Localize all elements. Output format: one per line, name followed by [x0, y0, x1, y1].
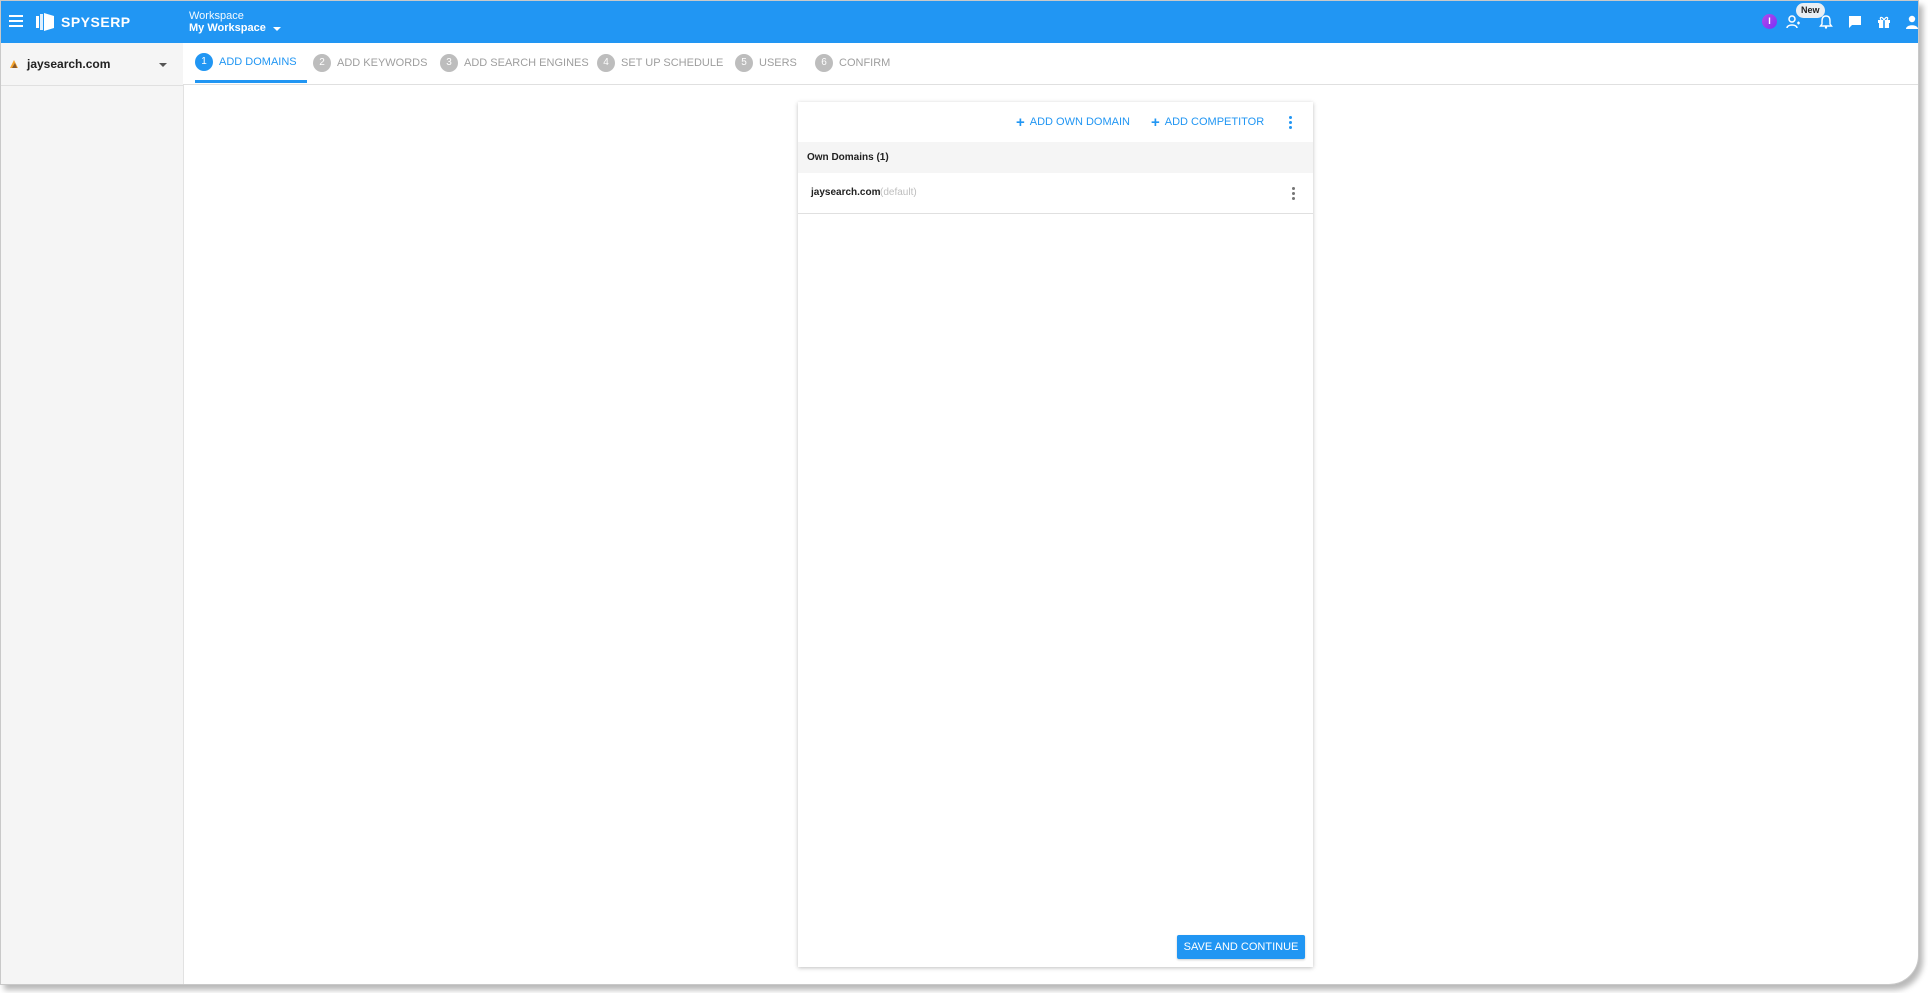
workspace-switcher[interactable]: Workspace My Workspace — [189, 10, 281, 35]
top-actions: I New — [1710, 1, 1918, 43]
step-set-up-schedule[interactable]: 4 SET UP SCHEDULE — [597, 43, 723, 83]
plus-icon: + — [1151, 113, 1160, 131]
brand-name: SPYSERP — [61, 14, 131, 30]
chevron-down-icon — [272, 27, 281, 31]
own-domains-header: Own Domains (1) — [798, 142, 1313, 173]
add-competitor-label: ADD COMPETITOR — [1164, 116, 1265, 128]
workspace-caption: Workspace — [189, 10, 244, 22]
step-number: 6 — [815, 54, 833, 72]
save-and-continue-button[interactable]: SAVE AND CONTINUE — [1177, 935, 1305, 959]
step-number: 4 — [597, 54, 615, 72]
app-window: SPYSERP Workspace My Workspace I New jay… — [0, 0, 1919, 985]
domain-name: jaysearch.com — [811, 187, 881, 198]
step-number: 3 — [440, 54, 458, 72]
step-number: 2 — [313, 54, 331, 72]
sidebar: jaysearch.com — [1, 43, 184, 984]
step-label: ADD DOMAINS — [219, 55, 297, 68]
user-avatar-badge[interactable]: I — [1762, 14, 1777, 29]
section-title: Own Domains (1) — [807, 152, 889, 163]
card-more-options-icon[interactable] — [1289, 116, 1293, 131]
step-number: 5 — [735, 54, 753, 72]
spyserp-logo-icon — [36, 13, 54, 31]
workspace-name: My Workspace — [189, 22, 266, 34]
wizard-steps: 1 ADD DOMAINS 2 ADD KEYWORDS 3 ADD SEARC… — [183, 43, 1918, 85]
domain-row[interactable]: jaysearch.com (default) — [798, 173, 1313, 214]
step-label: SET UP SCHEDULE — [621, 57, 724, 69]
account-icon[interactable] — [1904, 14, 1919, 30]
step-add-search-engines[interactable]: 3 ADD SEARCH ENGINES — [440, 43, 589, 83]
step-confirm[interactable]: 6 CONFIRM — [815, 43, 890, 83]
top-bar: SPYSERP Workspace My Workspace I New — [1, 1, 1918, 43]
workspace-name-select[interactable]: My Workspace — [189, 22, 281, 35]
add-competitor-button[interactable]: + ADD COMPETITOR — [1151, 113, 1265, 131]
site-favicon-icon — [10, 60, 18, 68]
logo[interactable]: SPYSERP — [35, 12, 131, 32]
step-label: CONFIRM — [839, 57, 891, 69]
gift-icon[interactable] — [1876, 14, 1892, 30]
add-own-domain-button[interactable]: + ADD OWN DOMAIN — [1016, 113, 1130, 131]
step-label: ADD KEYWORDS — [337, 57, 428, 69]
chat-icon[interactable] — [1847, 14, 1863, 30]
hamburger-menu-icon[interactable] — [9, 15, 23, 27]
step-label: ADD SEARCH ENGINES — [464, 57, 589, 69]
domain-default-tag: (default) — [880, 187, 917, 198]
step-add-keywords[interactable]: 2 ADD KEYWORDS — [313, 43, 427, 83]
step-number: 1 — [195, 52, 213, 71]
bell-icon[interactable] — [1818, 14, 1834, 30]
step-users[interactable]: 5 USERS — [735, 43, 797, 83]
domains-card: + ADD OWN DOMAIN + ADD COMPETITOR Own Do… — [798, 102, 1313, 967]
project-name: jaysearch.com — [27, 57, 111, 71]
step-add-domains[interactable]: 1 ADD DOMAINS — [195, 43, 307, 83]
add-own-domain-label: ADD OWN DOMAIN — [1029, 116, 1130, 128]
plus-icon: + — [1016, 113, 1025, 131]
project-selector[interactable]: jaysearch.com — [1, 43, 183, 86]
domain-more-options-icon[interactable] — [1292, 187, 1296, 202]
chevron-down-icon — [159, 63, 167, 67]
card-toolbar: + ADD OWN DOMAIN + ADD COMPETITOR — [798, 102, 1313, 142]
step-label: USERS — [759, 57, 797, 69]
